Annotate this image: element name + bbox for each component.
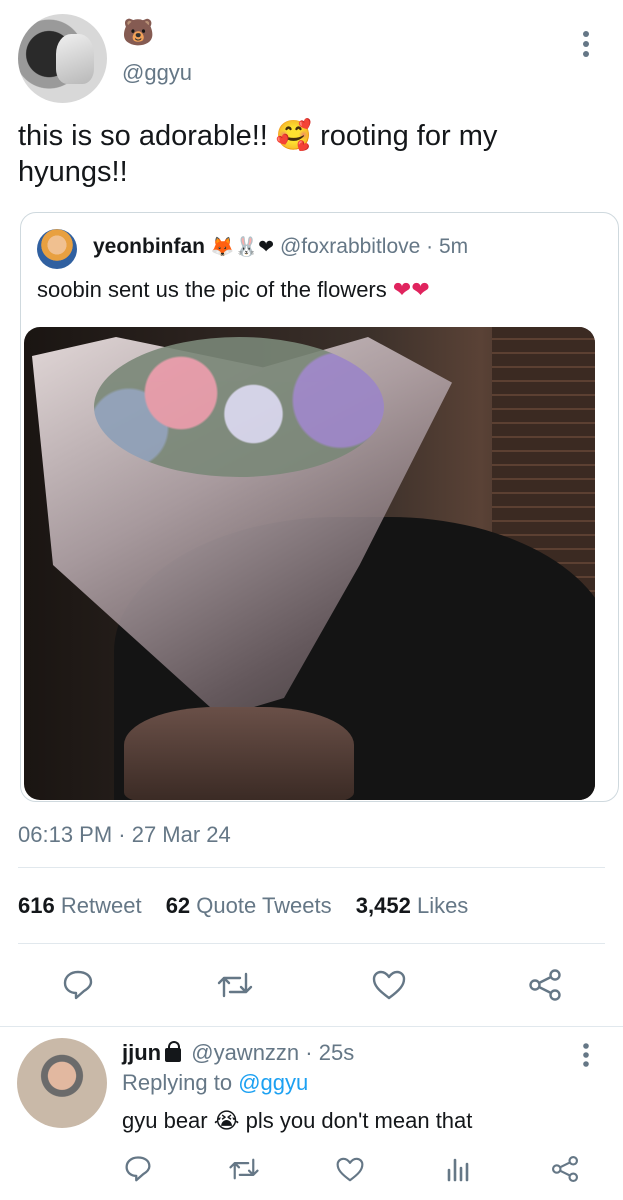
reply-icon[interactable]	[124, 1154, 152, 1182]
replying-to-prefix: Replying to	[122, 1070, 233, 1095]
quoted-tweet-photo[interactable]	[24, 327, 595, 800]
tweet-timestamp: 06:13 PM · 27 Mar 24	[18, 822, 231, 847]
tweet-text: this is so adorable!! 🥰 rooting for my h…	[18, 120, 498, 188]
likes-count: 3,452	[355, 893, 411, 918]
more-vertical-icon[interactable]	[576, 30, 596, 58]
author-handle[interactable]: @ggyu	[122, 60, 192, 86]
quoted-author-handle: @foxrabbitlove	[279, 235, 421, 258]
reply-header: jjun @yawnzzn · 25s	[122, 1040, 354, 1066]
like-icon[interactable]	[372, 970, 406, 1000]
retweets-count: 616	[18, 893, 55, 918]
divider	[18, 943, 605, 944]
quoted-author-avatar	[37, 229, 77, 269]
share-icon[interactable]	[551, 1155, 579, 1183]
retweet-icon[interactable]	[216, 970, 254, 1000]
quoted-tweet-text: soobin sent us the pic of the flowers	[37, 277, 387, 302]
analytics-icon[interactable]	[446, 1156, 470, 1182]
lock-icon	[165, 1041, 182, 1062]
retweets-label: Retweet	[60, 893, 142, 918]
quote-tweets-stat[interactable]: 62 Quote Tweets	[166, 893, 332, 918]
likes-label: Likes	[416, 893, 469, 918]
photo-hand	[124, 707, 354, 800]
more-vertical-icon[interactable]	[576, 1042, 596, 1068]
reply-text-emoji: 😭	[213, 1108, 240, 1133]
quote-tweets-count: 62	[165, 893, 191, 918]
quoted-tweet-emojis: ❤❤	[392, 278, 430, 303]
author-avatar[interactable]	[18, 14, 107, 103]
reply-author-avatar[interactable]	[17, 1038, 107, 1128]
reply-time: · 25s	[305, 1040, 355, 1065]
divider	[18, 867, 605, 868]
quoted-tweet-card[interactable]: yeonbinfan 🦊🐰❤ @foxrabbitlove · 5m soobi…	[20, 212, 619, 802]
replying-to-link[interactable]: @ggyu	[238, 1070, 308, 1095]
reply-author-handle[interactable]: @yawnzzn	[191, 1040, 299, 1065]
likes-stat[interactable]: 3,452 Likes	[356, 893, 469, 918]
author-display-name[interactable]: 🐻	[122, 18, 154, 48]
photo-flowers	[94, 337, 384, 477]
quoted-tweet-time: · 5m	[426, 235, 469, 258]
reply-icon[interactable]	[62, 968, 94, 1000]
quoted-author-name: yeonbinfan	[93, 235, 206, 258]
divider	[0, 1026, 623, 1027]
reply-text-start: gyu bear	[122, 1108, 208, 1133]
quoted-tweet-header: yeonbinfan 🦊🐰❤ @foxrabbitlove · 5m	[93, 235, 468, 259]
quoted-author-name-emojis: 🦊🐰❤	[210, 236, 275, 258]
tweet-stats: 616 Retweet 62 Quote Tweets 3,452 Likes	[18, 893, 468, 919]
quote-tweets-label: Quote Tweets	[196, 893, 332, 918]
quoted-tweet-text-row: soobin sent us the pic of the flowers ❤❤	[37, 277, 430, 303]
reply-text-end: pls you don't mean that	[245, 1108, 473, 1133]
like-icon[interactable]	[336, 1157, 364, 1182]
replying-to-line: Replying to @ggyu	[122, 1070, 308, 1096]
share-icon[interactable]	[528, 968, 562, 1002]
retweets-stat[interactable]: 616 Retweet	[18, 893, 142, 918]
reply-author-name[interactable]: jjun	[122, 1040, 161, 1065]
retweet-icon[interactable]	[228, 1156, 260, 1182]
reply-text-row: gyu bear 😭 pls you don't mean that	[122, 1108, 472, 1134]
